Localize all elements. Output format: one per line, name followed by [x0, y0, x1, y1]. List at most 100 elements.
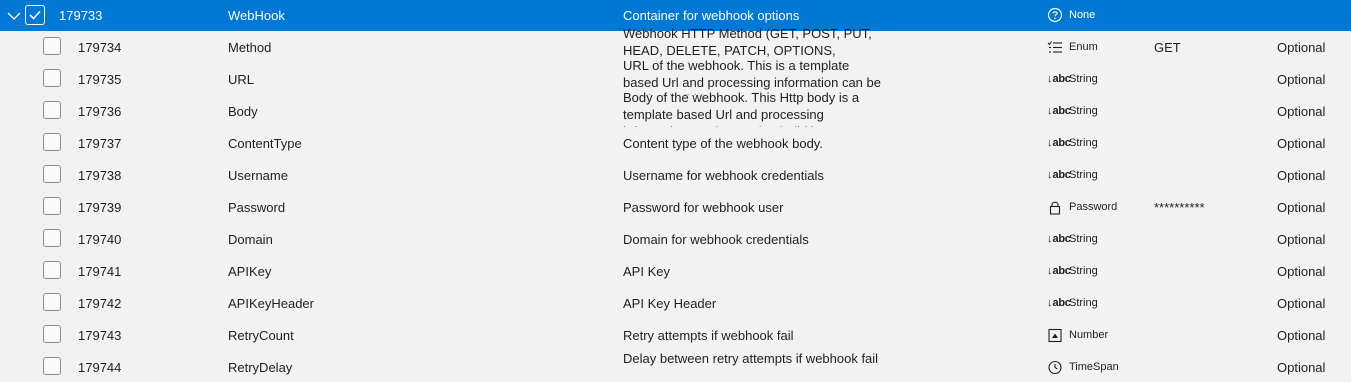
abc-string-icon: ↓abc	[1047, 169, 1071, 181]
row-required: Optional	[1277, 200, 1326, 215]
row-description: Password for webhook user	[623, 200, 784, 215]
row-checkbox[interactable]	[43, 325, 61, 343]
properties-grid: 179733 WebHook Container for webhook opt…	[0, 0, 1351, 380]
row-checkbox[interactable]	[43, 165, 61, 183]
abc-label: abc	[1052, 265, 1071, 277]
row-required: Optional	[1277, 72, 1326, 87]
row-type: String	[1069, 297, 1098, 309]
row-type: Enum	[1069, 41, 1098, 53]
abc-string-icon: ↓abc	[1047, 105, 1071, 117]
row-required: Optional	[1277, 328, 1326, 343]
row-value[interactable]: **********	[1154, 200, 1205, 215]
row-type: String	[1069, 169, 1098, 181]
abc-label: abc	[1052, 169, 1071, 181]
row-description: Username for webhook credentials	[623, 168, 824, 183]
row-type: TimeSpan	[1069, 361, 1119, 373]
table-row[interactable]: 179739 Password Password for webhook use…	[0, 191, 1351, 223]
row-checkbox[interactable]	[25, 5, 45, 25]
row-description: Content type of the webhook body.	[623, 136, 823, 151]
row-value[interactable]: GET	[1154, 40, 1181, 55]
row-required: Optional	[1277, 104, 1326, 119]
row-required: Optional	[1277, 136, 1326, 151]
row-required: Optional	[1277, 264, 1326, 279]
row-name: RetryCount	[228, 328, 294, 343]
abc-string-icon: ↓abc	[1047, 73, 1071, 85]
row-name: RetryDelay	[228, 360, 293, 375]
row-description: Retry attempts if webhook fail	[623, 328, 794, 343]
table-row[interactable]: 179738 Username Username for webhook cre…	[0, 159, 1351, 191]
row-required: Optional	[1277, 360, 1326, 375]
row-description: API Key Header	[623, 296, 717, 311]
row-name: Body	[228, 104, 258, 119]
row-type: String	[1069, 265, 1098, 277]
row-id: 179735	[78, 72, 122, 87]
table-row[interactable]: 179736 Body Body of the webhook. This Ht…	[0, 90, 1351, 127]
clock-icon	[1047, 360, 1063, 375]
abc-label: abc	[1052, 137, 1071, 149]
row-required: Optional	[1277, 168, 1326, 183]
abc-string-icon: ↓abc	[1047, 297, 1071, 309]
row-id: 179737	[78, 136, 122, 151]
abc-label: abc	[1052, 105, 1071, 117]
row-checkbox[interactable]	[43, 133, 61, 151]
row-required: Optional	[1277, 40, 1326, 55]
row-checkbox[interactable]	[43, 261, 61, 279]
abc-label: abc	[1052, 73, 1071, 85]
chevron-down-icon[interactable]	[6, 8, 22, 24]
table-row[interactable]: 179737 ContentType Content type of the w…	[0, 127, 1351, 159]
row-type: String	[1069, 233, 1098, 245]
table-row[interactable]: 179744 RetryDelay Delay between retry at…	[0, 351, 1351, 380]
row-name: Username	[228, 168, 288, 183]
row-name: URL	[228, 72, 255, 87]
row-checkbox[interactable]	[43, 197, 61, 215]
row-id: 179743	[78, 328, 122, 343]
row-checkbox[interactable]	[43, 69, 61, 87]
table-row[interactable]: 179740 Domain Domain for webhook credent…	[0, 223, 1351, 255]
row-id: 179733	[59, 8, 103, 23]
abc-label: abc	[1052, 297, 1071, 309]
row-id: 179739	[78, 200, 122, 215]
table-row[interactable]: 179742 APIKeyHeader API Key Header ↓abc …	[0, 287, 1351, 319]
row-id: 179738	[78, 168, 122, 183]
number-icon	[1047, 328, 1063, 343]
row-checkbox[interactable]	[43, 37, 61, 55]
row-checkbox[interactable]	[43, 229, 61, 247]
row-checkbox[interactable]	[43, 293, 61, 311]
row-type: String	[1069, 105, 1098, 117]
row-name: Password	[228, 200, 286, 215]
row-name: WebHook	[228, 8, 285, 23]
row-description: Body of the webhook. This Http body is a…	[623, 90, 860, 127]
abc-string-icon: ↓abc	[1047, 265, 1071, 277]
row-id: 179741	[78, 264, 122, 279]
row-name: APIKey	[228, 264, 272, 279]
abc-label: abc	[1052, 233, 1071, 245]
abc-string-icon: ↓abc	[1047, 137, 1071, 149]
table-row[interactable]: 179743 RetryCount Retry attempts if webh…	[0, 319, 1351, 351]
enum-list-icon	[1047, 40, 1063, 55]
abc-string-icon: ↓abc	[1047, 233, 1071, 245]
row-type: Password	[1069, 201, 1118, 213]
row-id: 179740	[78, 232, 122, 247]
row-description: Domain for webhook credentials	[623, 232, 809, 247]
row-type: Number	[1069, 329, 1109, 341]
row-id: 179734	[78, 40, 122, 55]
question-circle-icon	[1047, 7, 1063, 23]
row-name: Method	[228, 40, 272, 55]
row-checkbox[interactable]	[43, 357, 61, 375]
row-type: None	[1069, 9, 1096, 21]
row-type: String	[1069, 73, 1098, 85]
row-type: String	[1069, 137, 1098, 149]
table-row[interactable]: 179741 APIKey API Key ↓abc String Option…	[0, 255, 1351, 287]
row-description: API Key	[623, 264, 670, 279]
row-description: Delay between retry attempts if webhook …	[623, 351, 879, 366]
row-required: Optional	[1277, 296, 1326, 311]
row-required: Optional	[1277, 232, 1326, 247]
row-id: 179742	[78, 296, 122, 311]
row-id: 179736	[78, 104, 122, 119]
row-checkbox[interactable]	[43, 101, 61, 119]
row-name: ContentType	[228, 136, 302, 151]
row-id: 179744	[78, 360, 122, 375]
lock-icon	[1047, 200, 1063, 215]
row-name: APIKeyHeader	[228, 296, 314, 311]
row-name: Domain	[228, 232, 273, 247]
